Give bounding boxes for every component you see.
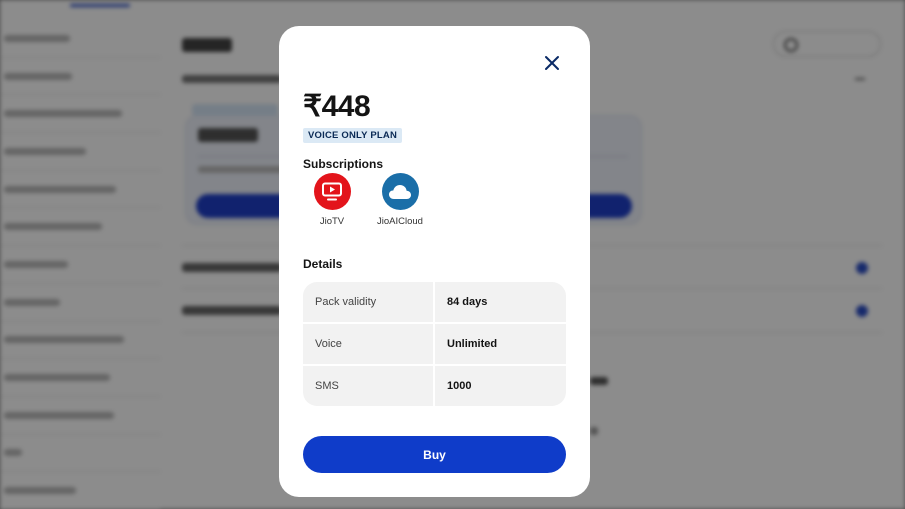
details-title: Details — [303, 257, 343, 271]
details-label: Pack validity — [303, 282, 433, 322]
plan-price: ₹448 — [303, 90, 371, 123]
close-icon — [545, 56, 559, 70]
jioaicloud-icon — [381, 173, 419, 210]
buy-button[interactable]: Buy — [303, 436, 566, 473]
details-value: 84 days — [435, 282, 566, 322]
details-value: 1000 — [435, 366, 566, 406]
close-button[interactable] — [541, 52, 563, 74]
details-row: Pack validity 84 days — [303, 282, 566, 322]
subscription-label: JioAICloud — [377, 216, 423, 227]
subscriptions-title: Subscriptions — [303, 157, 384, 171]
subscription-jioaicloud[interactable]: JioAICloud — [365, 173, 435, 227]
plan-type-badge: VOICE ONLY PLAN — [303, 128, 403, 143]
details-value: Unlimited — [435, 324, 566, 364]
jiotv-icon — [313, 173, 351, 210]
details-table: Pack validity 84 days Voice Unlimited SM… — [303, 282, 566, 406]
details-row: Voice Unlimited — [303, 324, 566, 364]
subscription-jiotv[interactable]: JioTV — [297, 173, 367, 227]
subscription-label: JioTV — [319, 216, 345, 227]
details-label: SMS — [303, 366, 433, 406]
details-label: Voice — [303, 324, 433, 364]
details-row: SMS 1000 — [303, 366, 566, 406]
